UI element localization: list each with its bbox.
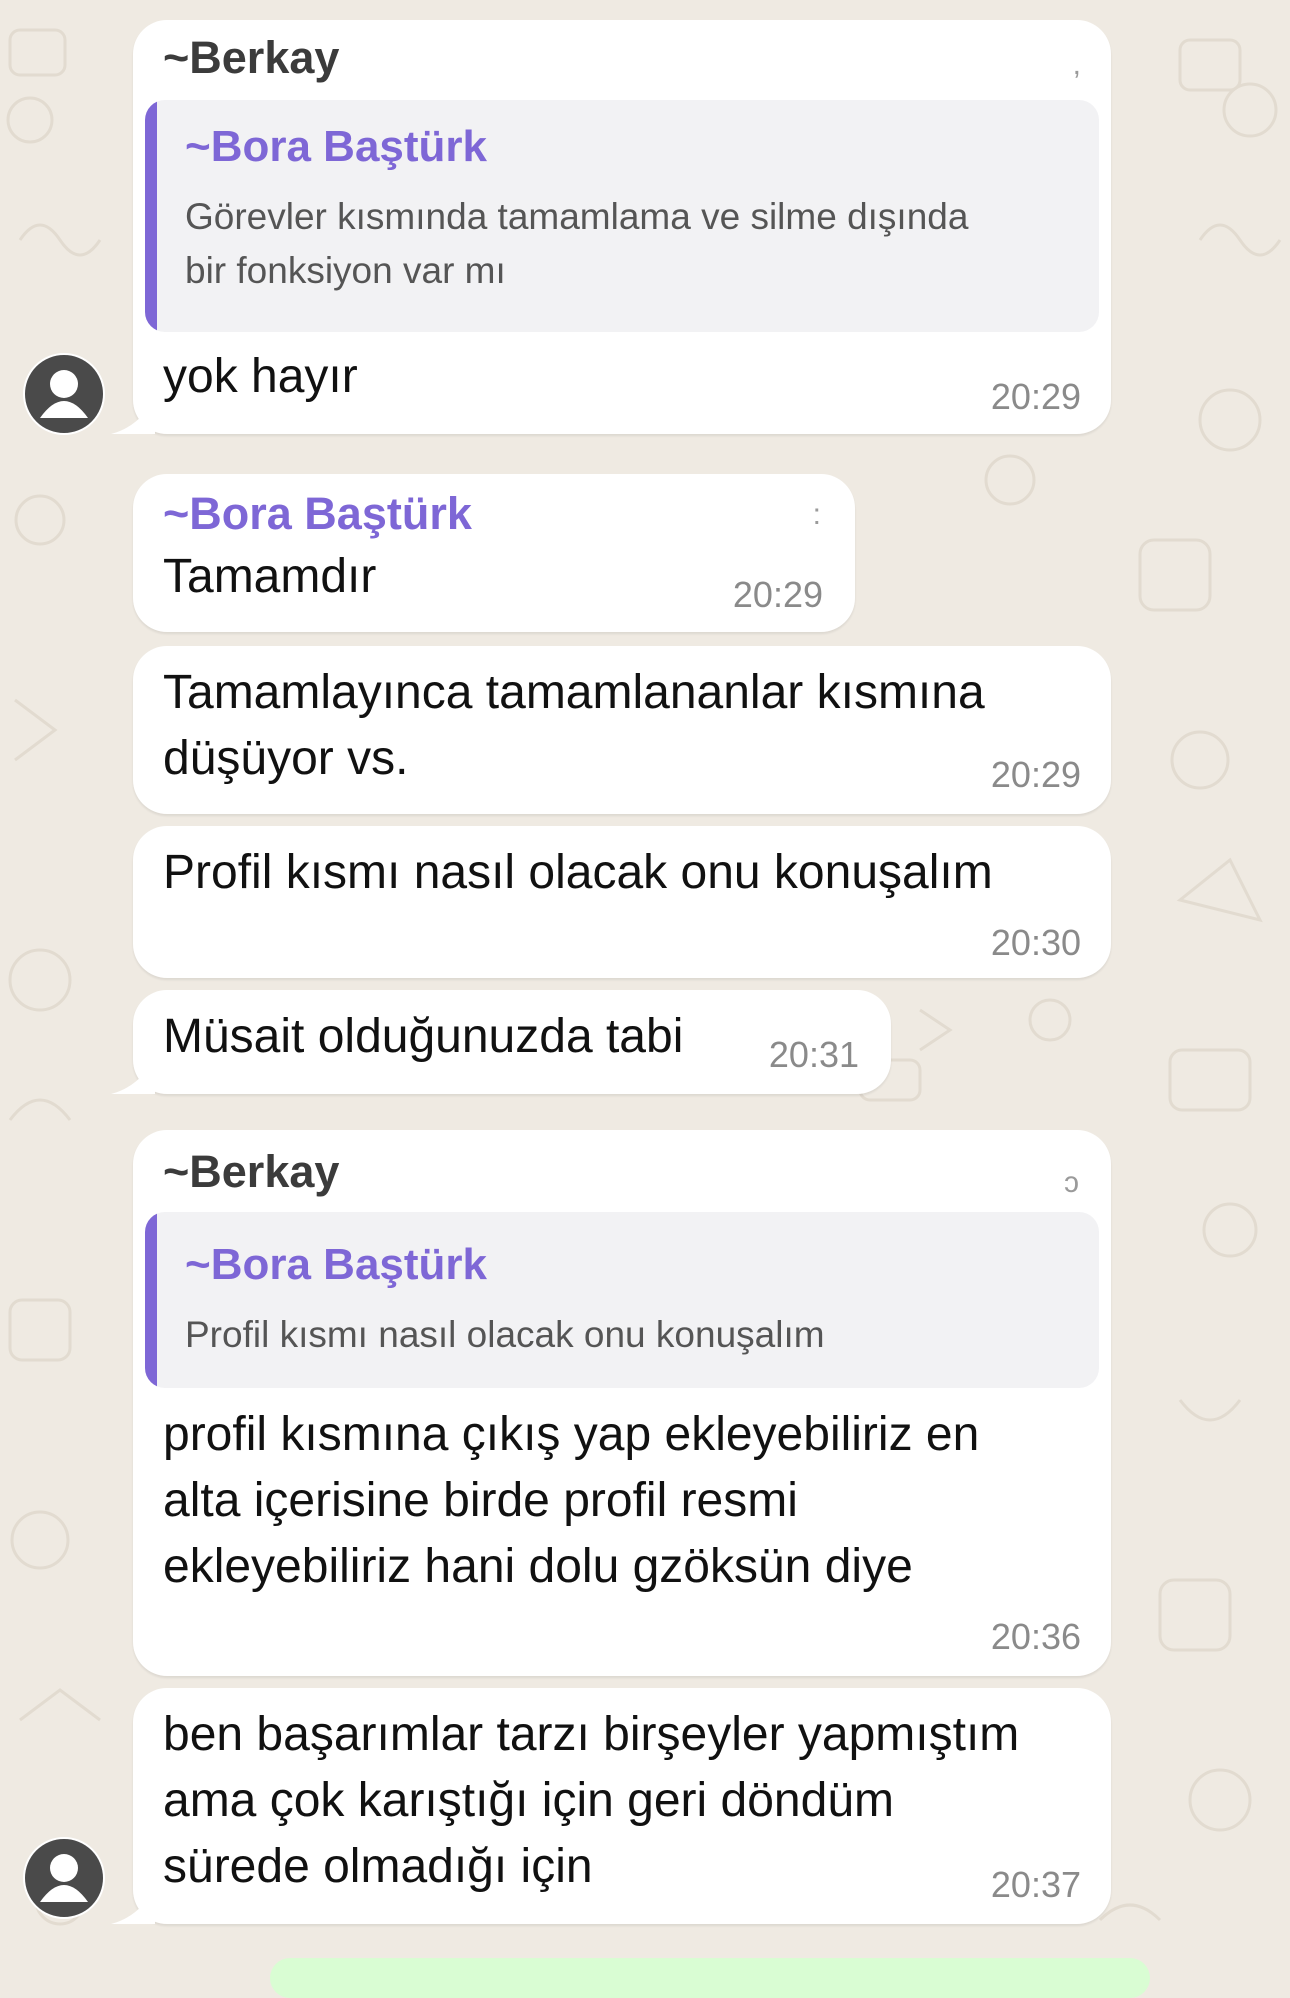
message-time: 20:30 [990,922,1081,963]
tilde-icon: ~ [185,122,211,171]
message-bubble[interactable]: ~Bora Baştürk : Tamamdır 20:29 [133,474,855,632]
quote-text: Görevler kısmında tamamlama ve silme dış… [185,196,969,291]
message-time: 20:37 [990,1864,1081,1905]
status-dot: : [812,498,821,531]
sender-name-text: Bora Baştürk [189,488,472,539]
quote-sender-text: Bora Baştürk [210,1240,488,1289]
quote-sender: ~Bora Baştürk [185,122,487,172]
quote-accent-bar [145,100,157,332]
quote-accent-bar [145,1212,157,1388]
quote-text: Profil kısmı nasıl olacak onu konuşalım [185,1314,825,1355]
bubble-tail [111,1886,155,1924]
sender-name[interactable]: ~Berkay [163,1146,339,1198]
quote-sender: ~Bora Baştürk [185,1240,487,1290]
default-avatar-icon[interactable] [22,1836,106,1920]
message-text: yok hayır [163,350,358,403]
message-text: Müsait olduğunuzda tabi [163,1010,684,1063]
bubble-tail [111,396,155,434]
message-bubble[interactable]: Tamamlayınca tamamlananlar kısmına düşüy… [133,646,1111,814]
message-text: Profil kısmı nasıl olacak onu konuşalım [163,846,993,899]
message-bubble[interactable]: Profil kısmı nasıl olacak onu konuşalım … [133,826,1111,978]
message-bubble[interactable]: ~Berkay ɔ ~Bora Baştürk Profil kısmı nas… [133,1130,1111,1676]
tilde-icon: ~ [163,32,190,83]
tilde-icon: ~ [163,1146,190,1197]
default-avatar-icon[interactable] [22,352,106,436]
sender-name[interactable]: ~Berkay [163,32,339,84]
message-time: 20:29 [990,376,1081,417]
message-bubble[interactable]: ben başarımlar tarzı birşeyler yapmıştım… [111,1688,1111,1924]
message-time: 20:29 [732,574,823,615]
sender-name-text: Berkay [189,32,340,83]
message-time: 20:31 [768,1034,859,1075]
sender-name-text: Berkay [189,1146,340,1197]
message-text: profil kısmına çıkış yap ekleyebiliriz e… [163,1408,980,1593]
status-dot: ɔ [1064,1166,1079,1199]
message-text: Tamamdır [163,550,377,603]
sender-name[interactable]: ~Bora Baştürk [163,488,472,540]
bubble-tail [111,1056,155,1094]
tilde-icon: ~ [185,1240,211,1289]
quote-sender-text: Bora Baştürk [210,122,488,171]
message-bubble[interactable]: ~Berkay , ~Bora Baştürk Görevler kısmınd… [111,20,1111,434]
outgoing-message-bubble-partial[interactable] [270,1958,1150,1998]
tilde-icon: ~ [163,488,190,539]
quoted-message[interactable]: ~Bora Baştürk Görevler kısmında tamamlam… [145,100,1099,332]
message-text: Tamamlayınca tamamlananlar kısmına düşüy… [163,666,985,785]
message-text: ben başarımlar tarzı birşeyler yapmıştım… [163,1708,1020,1893]
status-dot: , [1072,48,1081,81]
quoted-message[interactable]: ~Bora Baştürk Profil kısmı nasıl olacak … [145,1212,1099,1388]
message-bubble[interactable]: Müsait olduğunuzda tabi 20:31 [111,990,891,1094]
message-time: 20:29 [990,754,1081,795]
message-time: 20:36 [990,1616,1081,1657]
